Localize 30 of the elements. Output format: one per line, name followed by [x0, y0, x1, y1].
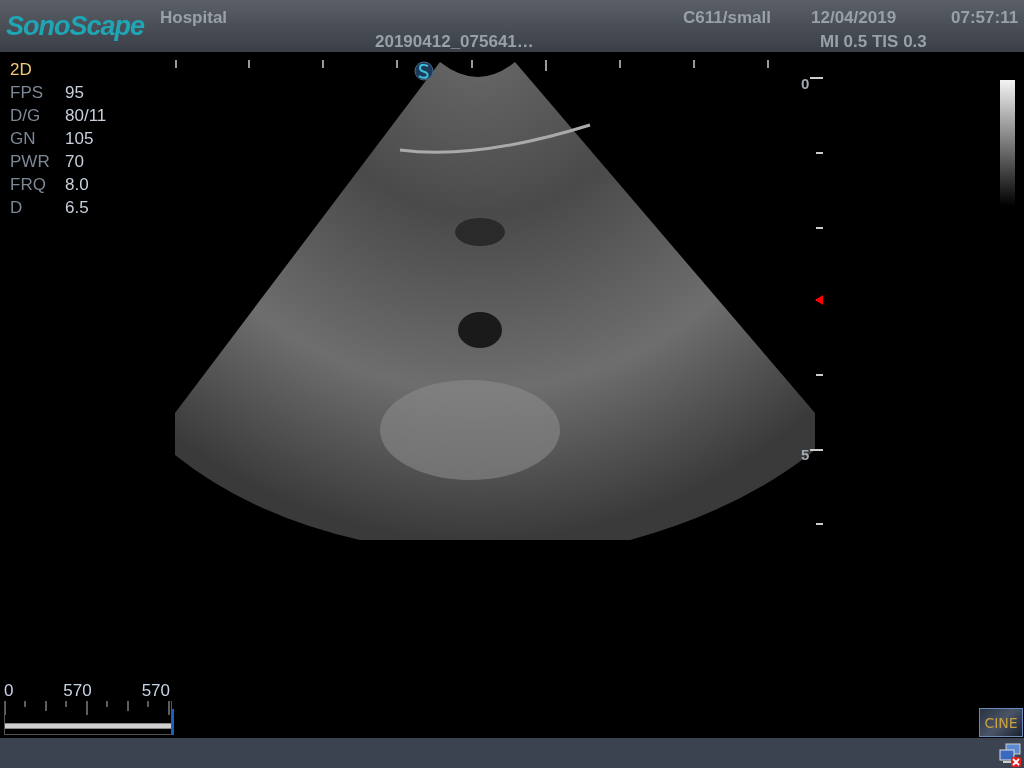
parameter-value: 95 [65, 83, 85, 103]
parameter-label: FPS [10, 83, 45, 103]
parameter-label: D [10, 198, 24, 218]
parameter-value: 8.0 [65, 175, 90, 195]
brand-logo: SonoScape [5, 10, 146, 42]
cine-frame-label: 570 [141, 682, 170, 700]
exam-time: 07:57:11 [951, 7, 1020, 26]
probe-mark-icon [414, 61, 434, 81]
cine-button[interactable]: CINE [979, 708, 1023, 737]
parameter-value: 6.5 [65, 198, 90, 218]
cine-frame-label: 0 [4, 682, 14, 700]
parameter-value: 80/11 [65, 106, 107, 126]
cine-position-handle[interactable] [171, 709, 174, 735]
imaging-mode: 2D [10, 60, 33, 80]
probe-name: C611/small [683, 7, 772, 26]
parameter-value: 70 [65, 152, 85, 172]
parameter-label: PWR [10, 152, 51, 172]
file-name: 20190412_075641… [374, 31, 535, 52]
cine-timeline[interactable] [4, 701, 172, 735]
parameter-value: 105 [65, 129, 95, 149]
thermal-indices: MI 0.5 TIS 0.3 [819, 31, 928, 52]
exam-date: 12/04/2019 [811, 7, 898, 26]
parameter-label: GN [10, 129, 37, 149]
depth-label: 5 [801, 446, 810, 463]
parameter-label: FRQ [10, 175, 47, 195]
depth-label: 0 [801, 75, 810, 92]
network-disconnected-icon[interactable] [998, 742, 1022, 768]
parameter-label: D/G [10, 106, 42, 126]
hospital-name: Hospital [160, 7, 229, 26]
cine-frame-label: 570 [63, 682, 92, 700]
